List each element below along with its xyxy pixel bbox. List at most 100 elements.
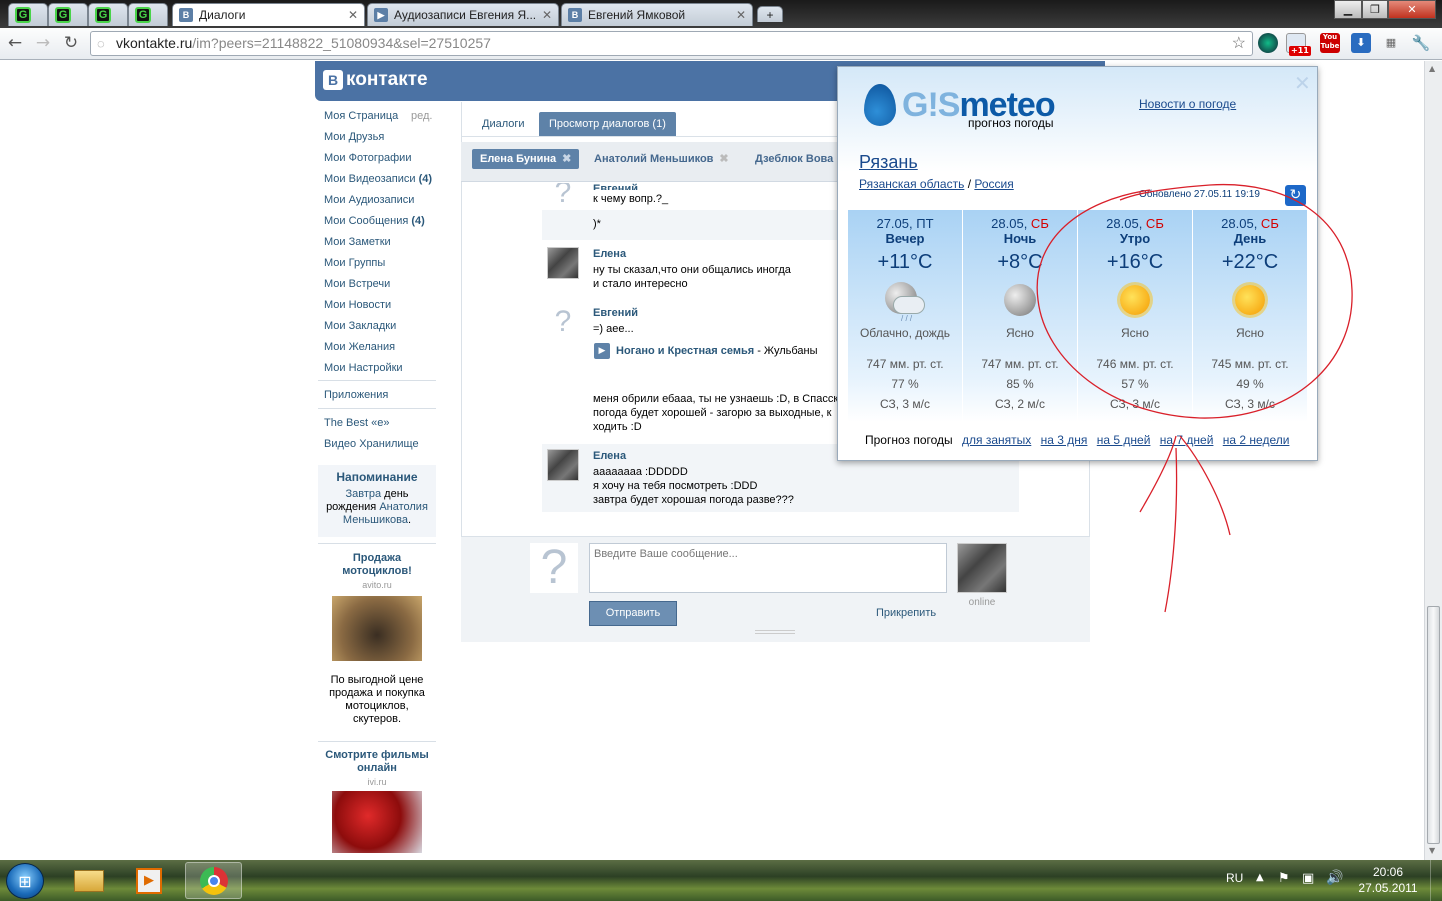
back-icon[interactable]: ← (4, 32, 26, 54)
volume-icon[interactable]: 🔊 (1326, 870, 1343, 886)
media-player-taskbar-icon[interactable]: ▶ (124, 862, 174, 899)
close-icon[interactable]: ✕ (736, 8, 746, 22)
country-link[interactable]: Россия (974, 177, 1013, 191)
tab-view-dialogs[interactable]: Просмотр диалогов (1) (539, 112, 676, 136)
divider (318, 380, 436, 381)
download-icon[interactable]: ⬇ (1351, 33, 1371, 53)
app-link[interactable]: The Best «е» (324, 417, 389, 429)
city-link[interactable]: Рязань (859, 152, 918, 173)
sidebar-item[interactable]: Мои Фотографии (324, 152, 411, 164)
vk-logo[interactable]: Вконтакте (323, 69, 428, 91)
app-link[interactable]: Видео Хранилище (324, 438, 419, 450)
resize-handle[interactable] (755, 630, 795, 634)
wrench-icon[interactable]: 🔧 (1411, 33, 1431, 53)
send-button[interactable]: Отправить (589, 601, 677, 626)
chrome-taskbar-icon[interactable] (185, 862, 242, 899)
divider (318, 408, 436, 409)
message-author[interactable]: Елена (593, 248, 626, 260)
scroll-thumb[interactable] (1427, 606, 1440, 844)
minimize-icon[interactable]: ▁ (1334, 0, 1362, 19)
forecast-link[interactable]: на 3 дня (1041, 433, 1088, 447)
page-scrollbar[interactable]: ▲ ▼ (1424, 61, 1442, 860)
sidebar-item[interactable]: Мои Желания (324, 341, 395, 353)
message-text: завтра будет хорошая погода разве??? (593, 494, 794, 506)
scroll-down-icon[interactable]: ▼ (1429, 846, 1435, 855)
pinned-tab-3[interactable]: G (88, 3, 128, 26)
reload-icon[interactable]: ↻ (60, 32, 82, 54)
ad-block-2[interactable]: Смотрите фильмы онлайн ivi.ru (318, 749, 436, 853)
ad-block-1[interactable]: Продажа мотоциклов! avito.ru По выгодной… (318, 552, 436, 726)
peer-tab-anatoly[interactable]: Анатолий Меньшиков ✖ (586, 149, 737, 169)
refresh-icon[interactable]: ↻ (1285, 185, 1306, 206)
weather-news-link[interactable]: Новости о погоде (1139, 97, 1236, 111)
close-icon[interactable]: ✕ (542, 8, 552, 22)
extension-icon[interactable] (1258, 33, 1278, 53)
message-author[interactable]: Елена (593, 450, 626, 462)
pinned-tab-4[interactable]: G (128, 3, 168, 26)
pressure: 747 мм. рт. ст. (866, 357, 944, 371)
menu-apps[interactable]: Приложения (324, 389, 388, 401)
new-tab-button[interactable]: + (757, 6, 783, 22)
pinned-tab-1[interactable]: G (8, 3, 48, 26)
message-author[interactable]: Евгений (593, 183, 638, 190)
window-close-icon[interactable]: ✕ (1388, 0, 1436, 19)
sidebar-item[interactable]: Мои Закладки (324, 320, 396, 332)
pinned-tab-2[interactable]: G (48, 3, 88, 26)
close-icon[interactable]: ✖ (719, 153, 728, 165)
avatar[interactable] (547, 247, 579, 279)
movie-image (332, 791, 422, 853)
sidebar-item[interactable]: Мои Сообщения (4) (324, 215, 425, 227)
tray-expand-icon[interactable]: ▲ (1256, 872, 1264, 883)
scroll-up-icon[interactable]: ▲ (1429, 64, 1435, 73)
forward-icon[interactable]: → (32, 32, 54, 54)
peer-tab-elena[interactable]: Елена Бунина ✖ (472, 149, 580, 169)
sidebar-item[interactable]: Мои Новости (324, 299, 391, 311)
audio-track[interactable]: Ногано и Крестная семья - Жульбаны (616, 344, 818, 358)
clock[interactable]: 20:06 27.05.2011 (1352, 864, 1424, 896)
forecast-link[interactable]: на 7 дней (1160, 433, 1214, 447)
tab-profile[interactable]: В Евгений Ямковой ✕ (561, 3, 753, 26)
reminder-link[interactable]: Завтра (345, 488, 381, 500)
close-icon[interactable]: ✕ (348, 8, 358, 22)
youtube-icon[interactable]: You Tube (1320, 33, 1340, 53)
sidebar-item[interactable]: Мои Встречи (324, 278, 390, 290)
network-icon[interactable]: ▣ (1302, 871, 1314, 886)
attach-link[interactable]: Прикрепить (876, 607, 936, 619)
start-button[interactable]: ⊞ (6, 863, 44, 899)
peer-avatar[interactable] (957, 543, 1007, 593)
close-icon[interactable]: ✕ (1294, 71, 1311, 95)
tab-dialogs[interactable]: Диалоги (472, 112, 535, 136)
play-icon[interactable]: ▶ (594, 343, 610, 359)
maximize-icon[interactable]: ❐ (1362, 0, 1388, 19)
sidebar-item[interactable]: Мои Друзья (324, 131, 384, 143)
message-input[interactable]: Введите Ваше сообщение... (589, 543, 947, 593)
gismeteo-extension-icon[interactable]: +11 (1286, 33, 1311, 56)
message-author[interactable]: Евгений (593, 307, 638, 319)
forecast-link[interactable]: для занятых (962, 433, 1031, 447)
edit-link[interactable]: ред. (411, 110, 432, 122)
sidebar-item[interactable]: Мои Заметки (324, 236, 391, 248)
unknown-avatar-icon[interactable]: ? (547, 306, 579, 338)
close-icon[interactable]: ✖ (562, 153, 571, 165)
forecast-link[interactable]: на 2 недели (1223, 433, 1290, 447)
forecast-date: 28.05, СБ (1221, 216, 1279, 231)
sidebar-item[interactable]: Мои Настройки (324, 362, 403, 374)
avatar[interactable] (547, 449, 579, 481)
region-link[interactable]: Рязанская область (859, 177, 964, 191)
language-indicator[interactable]: RU (1226, 871, 1243, 885)
unknown-avatar-icon[interactable]: ? (547, 183, 579, 207)
peer-tab-vova[interactable]: Дзеблюк Вова (747, 149, 837, 169)
action-center-flag-icon[interactable]: ⚑ (1278, 871, 1290, 886)
bookmark-star-icon[interactable]: ☆ (1232, 32, 1246, 55)
explorer-taskbar-icon[interactable] (64, 862, 114, 899)
show-desktop-button[interactable] (1430, 860, 1442, 901)
sidebar-item[interactable]: Моя Страница (324, 110, 398, 122)
tab-audio[interactable]: ▶ Аудиозаписи Евгения Я... ✕ (367, 3, 559, 26)
address-bar[interactable]: ◌ vkontakte.ru/im?peers=21148822_5108093… (90, 31, 1253, 56)
sidebar-item[interactable]: Мои Группы (324, 257, 385, 269)
sidebar-item[interactable]: Мои Видеозаписи (4) (324, 173, 432, 185)
tab-dialogs[interactable]: В Диалоги ✕ (172, 3, 365, 26)
apps-grid-icon[interactable]: ▦ (1381, 33, 1401, 53)
sidebar-item[interactable]: Мои Аудиозаписи (324, 194, 414, 206)
forecast-link[interactable]: на 5 дней (1097, 433, 1151, 447)
